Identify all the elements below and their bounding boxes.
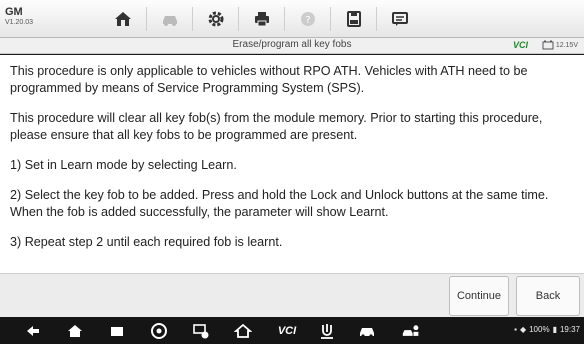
vci-indicator: VCI xyxy=(512,40,528,50)
instruction-paragraph: This procedure will clear all key fob(s)… xyxy=(10,111,543,142)
shortcut-button[interactable] xyxy=(316,321,338,341)
settings-gear-icon xyxy=(208,11,223,27)
recent-apps-icon xyxy=(111,327,123,336)
help-icon: ? xyxy=(300,12,315,26)
nav-back-button[interactable] xyxy=(22,321,44,341)
help-button[interactable]: ? xyxy=(284,7,330,31)
action-bar: Continue Back xyxy=(0,273,584,317)
vci-button[interactable]: VCI xyxy=(272,321,302,341)
vehicle-make: GM xyxy=(5,6,23,18)
power-plug-icon xyxy=(321,324,333,339)
save-button[interactable] xyxy=(330,7,376,31)
wifi-icon: ◆ xyxy=(519,325,527,334)
home-button[interactable] xyxy=(100,7,146,31)
nav-home-button[interactable] xyxy=(64,321,86,341)
remote-connect-button[interactable] xyxy=(190,321,212,341)
chrome-icon xyxy=(151,323,167,339)
instructions-panel[interactable]: This procedure is only applicable to veh… xyxy=(0,55,584,273)
system-status: ▪ ◆ 100% ▮ 19:37 xyxy=(514,325,580,334)
page-title: Erase/program all key fobs xyxy=(232,39,352,50)
vehicle-brand: GM V1.20.03 xyxy=(5,6,63,28)
message-button[interactable] xyxy=(376,7,422,31)
back-button[interactable]: Back xyxy=(516,276,580,316)
instruction-step: 1) Set in Learn mode by selecting Learn. xyxy=(10,158,237,172)
android-home-icon xyxy=(68,325,82,337)
diagnostic-home-button[interactable] xyxy=(232,321,254,341)
svg-text:?: ? xyxy=(305,15,310,26)
instruction-step: 2) Select the key fob to be added. Press… xyxy=(10,188,549,219)
settings-button[interactable] xyxy=(192,7,238,31)
continue-button[interactable]: Continue xyxy=(449,276,509,316)
software-version: V1.20.03 xyxy=(5,19,34,26)
car-icon xyxy=(360,328,374,338)
back-arrow-icon xyxy=(27,326,39,336)
remote-desktop-icon xyxy=(193,324,209,339)
save-icon xyxy=(346,11,361,27)
top-toolbar: GM V1.20.03 ? xyxy=(0,0,584,38)
print-button[interactable] xyxy=(238,7,284,31)
message-icon xyxy=(391,12,408,26)
printer-icon xyxy=(254,12,269,27)
instruction-step: 3) Repeat step 2 until each required fob… xyxy=(10,235,283,249)
vci-nav-label: VCI xyxy=(277,325,297,337)
status-bar: Erase/program all key fobs VCI 12.15V xyxy=(0,38,584,54)
instruction-paragraph: This procedure is only applicable to veh… xyxy=(10,64,528,95)
browser-button[interactable] xyxy=(148,321,170,341)
voltage-value: 12.15V xyxy=(555,41,578,49)
battery-icon: ▮ xyxy=(552,325,557,334)
vehicle-swap-icon xyxy=(162,16,177,26)
vehicle-button[interactable] xyxy=(356,321,378,341)
nav-recent-button[interactable] xyxy=(106,321,128,341)
clock: 19:37 xyxy=(559,325,580,334)
vehicle-swap-button[interactable] xyxy=(146,7,192,31)
home-icon xyxy=(115,12,131,26)
battery-percent: 100% xyxy=(529,325,550,334)
notification-icon: ▪ xyxy=(514,325,517,334)
mechanic-button[interactable] xyxy=(398,321,424,341)
car-battery-icon xyxy=(542,40,554,50)
car-service-icon xyxy=(402,325,419,336)
diagnostic-home-icon xyxy=(234,323,252,338)
android-navigation-bar: VCI ▪ ◆ 100% ▮ 19:37 xyxy=(0,317,584,344)
battery-voltage: 12.15V xyxy=(542,40,578,50)
